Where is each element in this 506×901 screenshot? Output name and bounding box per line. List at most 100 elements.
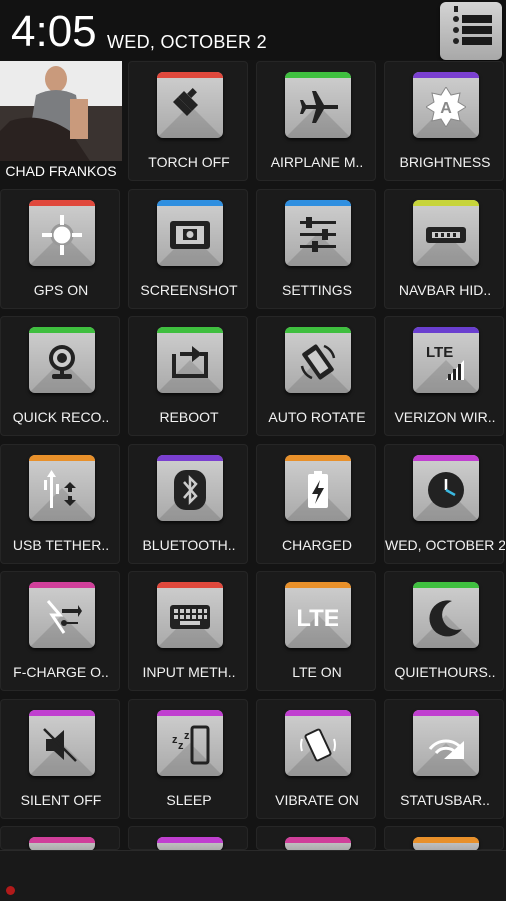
accent-stripe	[413, 455, 479, 461]
toggle-label: SILENT OFF	[20, 792, 102, 808]
accent-stripe	[29, 582, 95, 588]
toggle-tile[interactable]: QUICK RECO..	[0, 316, 120, 436]
toggle-label: AUTO ROTATE	[268, 409, 366, 425]
moon-icon	[429, 600, 462, 637]
profile-tile[interactable]: CHAD FRANKOS	[0, 61, 122, 181]
toggle-label: VERIZON WIR..	[394, 409, 496, 425]
toggle-label: LTE ON	[292, 664, 342, 680]
toggle-icon-box	[157, 455, 223, 521]
toggle-tile-partial[interactable]	[128, 826, 248, 851]
toggle-icon-box	[285, 72, 351, 138]
airplane-icon	[300, 91, 338, 123]
toggle-icon-box	[285, 200, 351, 266]
toggle-label: SLEEP	[166, 792, 212, 808]
toggle-label: USB TETHER..	[12, 537, 110, 553]
toggle-tile[interactable]: QUIETHOURS..	[384, 571, 504, 691]
toggle-tile[interactable]: USB TETHER..	[0, 444, 120, 564]
toggle-tile[interactable]: CHARGED	[256, 444, 376, 564]
toggle-tile[interactable]: SCREENSHOT	[128, 189, 248, 309]
toggle-tile-partial[interactable]	[384, 826, 504, 851]
toggle-label: F-CHARGE O..	[13, 664, 109, 680]
accent-stripe	[157, 200, 223, 206]
vibrate-icon	[300, 728, 336, 762]
toggle-tile[interactable]: LTE LTE ON	[256, 571, 376, 691]
toggle-label: CHARGED	[281, 537, 352, 553]
svg-text:A: A	[440, 100, 452, 117]
clock-icon	[428, 472, 464, 508]
toggle-icon-box	[285, 710, 351, 776]
accent-stripe	[285, 72, 351, 78]
toggle-label: SETTINGS	[281, 282, 352, 298]
toggle-tile-partial[interactable]	[0, 826, 120, 851]
toggle-tile[interactable]: NAVBAR HID..	[384, 189, 504, 309]
toggle-tile[interactable]: A BRIGHTNESS	[384, 61, 504, 181]
toggle-tile[interactable]: BLUETOOTH..	[128, 444, 248, 564]
toggle-label: GPS ON	[33, 282, 89, 298]
toggle-icon-box	[413, 837, 479, 851]
svg-text:LTE: LTE	[426, 344, 453, 361]
toggle-tile[interactable]: GPS ON	[0, 189, 120, 309]
accent-stripe	[29, 710, 95, 716]
toggle-icon-box	[285, 837, 351, 851]
accent-stripe	[413, 710, 479, 716]
navbar-icon	[426, 227, 466, 243]
toggle-label: TORCH OFF	[148, 154, 230, 170]
list-menu-icon	[453, 6, 492, 45]
toggle-icon-box: A	[413, 72, 479, 138]
accent-stripe	[413, 72, 479, 78]
svg-text:z: z	[184, 730, 190, 742]
toggle-tile[interactable]: LTE VERIZON WIR..	[384, 316, 504, 436]
toggle-tile[interactable]: INPUT METH..	[128, 571, 248, 691]
keyboard-icon	[170, 605, 210, 629]
accent-stripe	[285, 582, 351, 588]
clock-time: 4:05	[11, 7, 97, 56]
accent-stripe	[157, 455, 223, 461]
accent-stripe	[157, 72, 223, 78]
toggle-tile[interactable]: VIBRATE ON	[256, 699, 376, 819]
toggle-tile[interactable]: z z z SLEEP	[128, 699, 248, 819]
toggle-tile[interactable]: AIRPLANE M..	[256, 61, 376, 181]
accent-stripe	[157, 710, 223, 716]
reboot-icon	[172, 346, 208, 378]
toggle-icon-box	[29, 710, 95, 776]
accent-stripe	[157, 582, 223, 588]
accent-stripe	[29, 327, 95, 333]
notification-dot	[6, 886, 15, 895]
accent-stripe	[285, 327, 351, 333]
accent-stripe	[29, 455, 95, 461]
toggle-icon-box	[285, 327, 351, 393]
toggle-tile[interactable]: TORCH OFF	[128, 61, 248, 181]
toggle-icon-box	[285, 455, 351, 521]
toggle-tile[interactable]: SILENT OFF	[0, 699, 120, 819]
toggle-tile[interactable]: F-CHARGE O..	[0, 571, 120, 691]
toggle-label: VIBRATE ON	[275, 792, 359, 808]
toggle-label: QUIETHOURS..	[394, 664, 496, 680]
lte-icon: LTE	[298, 605, 338, 632]
screenshot-icon	[170, 221, 210, 249]
toggle-tile[interactable]: STATUSBAR..	[384, 699, 504, 819]
battery-charged-icon	[308, 471, 328, 508]
toggle-label: WED, OCTOBER 2	[385, 537, 505, 553]
menu-button[interactable]	[440, 2, 502, 60]
toggle-tile[interactable]: SETTINGS	[256, 189, 376, 309]
toggle-label: INPUT METH..	[142, 664, 236, 680]
toggle-tile-partial[interactable]	[256, 826, 376, 851]
toggle-tile[interactable]: AUTO ROTATE	[256, 316, 376, 436]
lte-signal-icon: LTE	[426, 344, 464, 380]
svg-text:LTE: LTE	[298, 605, 338, 632]
accent-stripe	[157, 327, 223, 333]
toggle-icon-box	[157, 327, 223, 393]
toggle-tile[interactable]: WED, OCTOBER 2	[384, 444, 505, 564]
bluetooth-icon	[174, 470, 206, 510]
toggle-icon-box: LTE	[413, 327, 479, 393]
toggle-label: BLUETOOTH..	[142, 537, 236, 553]
fast-charge-icon	[46, 600, 82, 634]
toggle-icon-box	[413, 200, 479, 266]
toggle-icon-box: LTE	[285, 582, 351, 648]
toggle-tile[interactable]: REBOOT	[128, 316, 248, 436]
toggle-label: AIRPLANE M..	[270, 154, 364, 170]
toggle-label: BRIGHTNESS	[399, 154, 491, 170]
toggle-icon-box	[157, 837, 223, 851]
toggle-icon-box	[29, 200, 95, 266]
toggle-icon-box	[29, 582, 95, 648]
